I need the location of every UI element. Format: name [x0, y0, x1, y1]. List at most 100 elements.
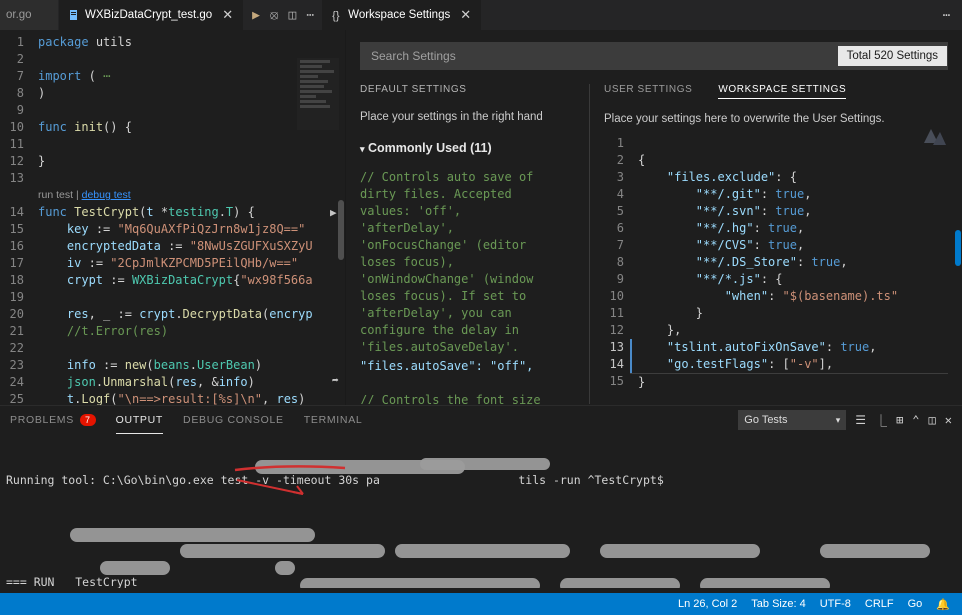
code-line: res, _ := crypt.DecryptData(encryp	[30, 306, 345, 323]
redaction-overlay	[180, 544, 385, 558]
code-line	[30, 136, 345, 153]
tab-user-settings[interactable]: USER SETTINGS	[604, 84, 692, 99]
code-line: t.Logf("\n==>result:[%s]\n", res)	[30, 391, 345, 405]
code-line: key := "Mq6QuAXfPiQzJrn8w1jz8Q=="	[30, 221, 345, 238]
json-line: },	[630, 322, 948, 339]
tab-label: Workspace Settings	[348, 9, 450, 21]
split-editor-icon[interactable]: ◫	[289, 8, 297, 23]
new-terminal-icon[interactable]: ⊞	[896, 413, 903, 427]
json-line: }	[630, 305, 948, 322]
watermark-icon	[922, 125, 948, 151]
tab-overflow-label[interactable]: or.go	[0, 0, 59, 30]
json-line-numbers: 1 2 3 4 5 6 7 8 9 10 11	[604, 135, 630, 391]
debug-icon[interactable]: ⦻	[270, 8, 279, 23]
bottom-panel: PROBLEMS 7 OUTPUT DEBUG CONSOLE TERMINAL…	[0, 405, 962, 593]
setting-comment-line: // Controls the font size	[360, 392, 575, 404]
setting-autosave-line: "files.autoSave": "off",	[360, 358, 575, 375]
code-line	[30, 340, 345, 357]
code-line: json.Unmarshal(res, &info)	[30, 374, 345, 391]
total-settings-badge: Total 520 Settings	[838, 46, 947, 66]
output-console[interactable]: Running tool: C:\Go\bin\go.exe test -v -…	[0, 434, 962, 588]
codelens-run-test[interactable]: run test | debug test	[30, 187, 345, 204]
annotation-arrow-icon	[225, 462, 405, 498]
codelens-debug-test[interactable]: debug test	[82, 189, 131, 201]
code-line: //t.Error(res)	[30, 323, 345, 340]
commonly-used-group[interactable]: ▾ Commonly Used (11)	[360, 141, 575, 155]
chevron-down-icon: ▾	[836, 415, 841, 426]
setting-comment-line: 'onWindowChange' (window	[360, 271, 575, 288]
settings-scrollbar-thumb[interactable]	[955, 230, 961, 266]
code-line	[30, 289, 345, 306]
json-line: "when": "$(basename).ts"	[630, 288, 948, 305]
code-line: info := new(beans.UserBean)	[30, 357, 345, 374]
mouse-pointer-icon: ➦	[332, 374, 339, 387]
run-icon[interactable]: ▶	[252, 8, 260, 23]
settings-scope-tabs: USER SETTINGS WORKSPACE SETTINGS	[604, 84, 948, 99]
encoding[interactable]: UTF-8	[820, 598, 851, 610]
tab-workspace-settings[interactable]: WORKSPACE SETTINGS	[718, 84, 846, 99]
json-line: "**/.svn": true,	[630, 203, 948, 220]
close-panel-icon[interactable]: ✕	[945, 413, 952, 427]
vscode-window: or.go WXBizDataCrypt_test.go ✕ ▶ ⦻ ◫ ⋯ {…	[0, 0, 962, 615]
code-line: crypt := WXBizDataCrypt{"wx98f566a	[30, 272, 345, 289]
editor-scrollbar-thumb[interactable]	[338, 200, 344, 260]
code-area[interactable]: 1 2 7 8 9 10 11 12 13 14 15 16 17 18 19	[0, 30, 345, 405]
editor-tab-actions: ▶ ⦻ ◫ ⋯	[244, 0, 322, 30]
chevron-down-icon: ▾	[360, 144, 365, 154]
settings-search-row: Total 520 Settings	[360, 42, 948, 70]
default-settings-hint: Place your settings in the right hand	[360, 111, 575, 123]
close-icon[interactable]: ✕	[460, 7, 471, 23]
maximize-panel-icon[interactable]: ⌃	[912, 413, 919, 427]
settings-editor: Total 520 Settings DEFAULT SETTINGS Plac…	[346, 30, 962, 405]
panel-tab-bar: PROBLEMS 7 OUTPUT DEBUG CONSOLE TERMINAL…	[0, 406, 962, 434]
code-editor-pane[interactable]: 1 2 7 8 9 10 11 12 13 14 15 16 17 18 19	[0, 30, 346, 405]
split-panel-icon[interactable]: ◫	[929, 413, 936, 427]
editor-minimap[interactable]	[297, 58, 339, 130]
line-number-gutter: 1 2 7 8 9 10 11 12 13 14 15 16 17 18 19	[0, 30, 30, 405]
eol[interactable]: CRLF	[865, 598, 894, 610]
json-line: "tslint.autoFixOnSave": true,	[630, 339, 948, 356]
redaction-overlay	[700, 578, 830, 588]
drag-cursor-icon: ▶	[330, 206, 337, 219]
tab-bar-filler	[482, 0, 931, 30]
settings-pane[interactable]: Total 520 Settings DEFAULT SETTINGS Plac…	[346, 30, 962, 405]
redaction-overlay	[70, 528, 315, 542]
close-icon[interactable]: ✕	[222, 7, 233, 23]
indentation[interactable]: Tab Size: 4	[751, 598, 805, 610]
language-mode[interactable]: Go	[908, 598, 923, 610]
editor-more-actions-icon[interactable]: ⋯	[931, 0, 962, 30]
lock-icon[interactable]: ⎿	[875, 412, 887, 429]
tab-debug-console[interactable]: DEBUG CONSOLE	[183, 414, 284, 426]
default-settings-column[interactable]: DEFAULT SETTINGS Place your settings in …	[346, 84, 590, 404]
more-icon[interactable]: ⋯	[306, 8, 314, 23]
workspace-settings-hint: Place your settings here to overwrite th…	[604, 113, 948, 125]
json-line: {	[630, 152, 948, 169]
settings-columns: DEFAULT SETTINGS Place your settings in …	[346, 84, 962, 404]
clear-output-icon[interactable]: ☰	[855, 413, 866, 427]
redaction-overlay	[300, 578, 540, 588]
setting-comment-line: 'files.autoSaveDelay'.	[360, 339, 575, 356]
tab-wxbizdatacrypt-test-go[interactable]: WXBizDataCrypt_test.go ✕	[59, 0, 244, 30]
notifications-bell-icon[interactable]: 🔔	[936, 598, 950, 611]
editor-scrollbar[interactable]	[337, 30, 345, 405]
json-line: "**/CVS": true,	[630, 237, 948, 254]
tab-output[interactable]: OUTPUT	[116, 407, 163, 434]
tab-problems[interactable]: PROBLEMS 7	[10, 414, 96, 426]
redaction-overlay	[100, 561, 170, 575]
json-line: "**/.DS_Store": true,	[630, 254, 948, 271]
output-channel-select[interactable]: Go Tests ▾	[738, 410, 846, 430]
json-line	[630, 135, 948, 152]
cursor-position[interactable]: Ln 26, Col 2	[678, 598, 737, 610]
default-settings-header: DEFAULT SETTINGS	[360, 84, 575, 95]
tab-workspace-settings[interactable]: {} Workspace Settings ✕	[322, 0, 482, 30]
braces-icon: {}	[332, 10, 342, 20]
json-lines[interactable]: { "files.exclude": { "**/.git": true, "*…	[630, 135, 948, 391]
workspace-json-editor[interactable]: 1 2 3 4 5 6 7 8 9 10 11	[604, 135, 948, 391]
tab-terminal[interactable]: TERMINAL	[304, 414, 363, 426]
setting-comment-line: // Controls auto save of	[360, 169, 575, 186]
redaction-overlay	[395, 544, 570, 558]
workspace-settings-column[interactable]: USER SETTINGS WORKSPACE SETTINGS Place y…	[590, 84, 962, 404]
panel-actions: Go Tests ▾ ☰ ⎿ ⊞ ⌃ ◫ ✕	[738, 410, 952, 430]
search-input[interactable]	[361, 49, 838, 63]
setting-comment-line: configure the delay in	[360, 322, 575, 339]
